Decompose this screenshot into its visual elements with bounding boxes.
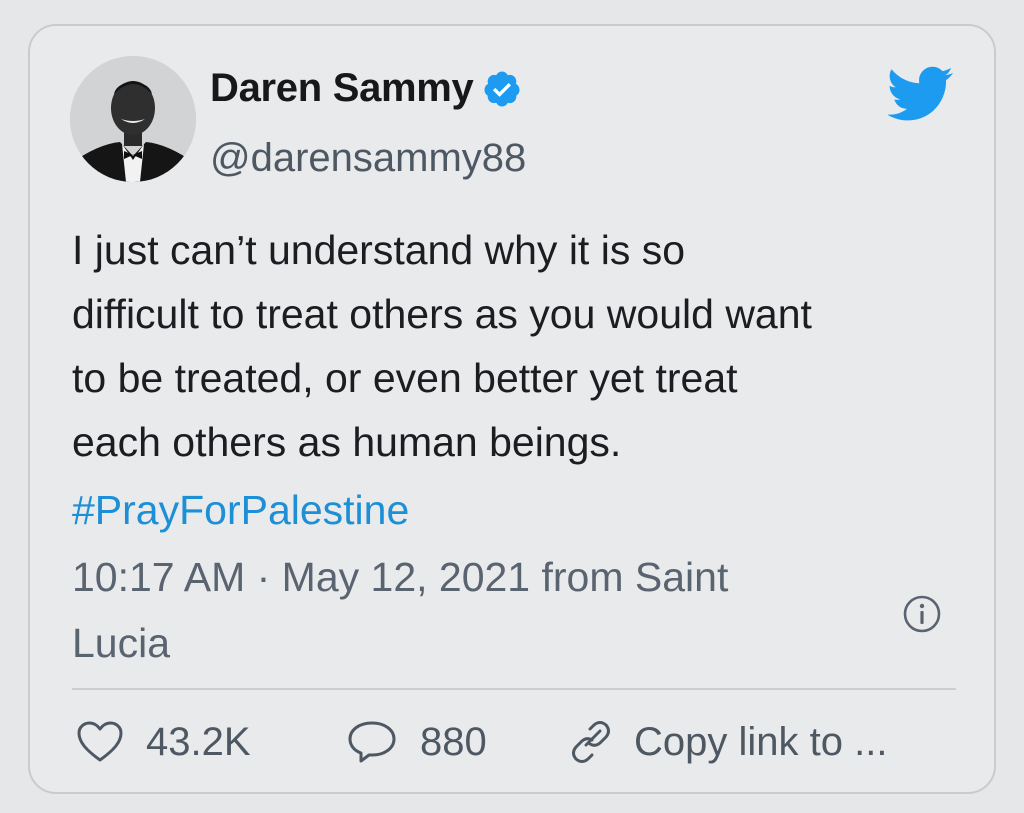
- reply-count: 880: [420, 719, 487, 764]
- tweet-text: I just can’t understand why it is so dif…: [72, 227, 812, 465]
- like-count: 43.2K: [146, 719, 251, 764]
- speech-bubble-icon: [348, 721, 396, 763]
- tweet-timestamp-location[interactable]: 10:17 AM · May 12, 2021 from Saint Lucia: [72, 544, 872, 676]
- link-icon: [572, 721, 610, 763]
- avatar[interactable]: [70, 56, 196, 182]
- author-name-row: Daren Sammy: [210, 66, 522, 111]
- author-name[interactable]: Daren Sammy: [210, 66, 474, 111]
- heart-icon: [77, 721, 123, 762]
- twitter-bird-icon[interactable]: [888, 66, 954, 122]
- author-handle[interactable]: @darensammy88: [210, 136, 526, 181]
- reply-button[interactable]: 880: [346, 712, 487, 772]
- hashtag-link[interactable]: #PrayForPalestine: [72, 478, 409, 542]
- divider: [72, 688, 956, 690]
- verified-badge-icon: [483, 71, 519, 106]
- like-button[interactable]: 43.2K: [76, 712, 251, 772]
- avatar-photo: [70, 56, 196, 182]
- copy-link-label: Copy link to ...: [634, 719, 888, 764]
- info-icon[interactable]: [902, 594, 942, 634]
- copy-link-button[interactable]: Copy link to ...: [566, 712, 887, 772]
